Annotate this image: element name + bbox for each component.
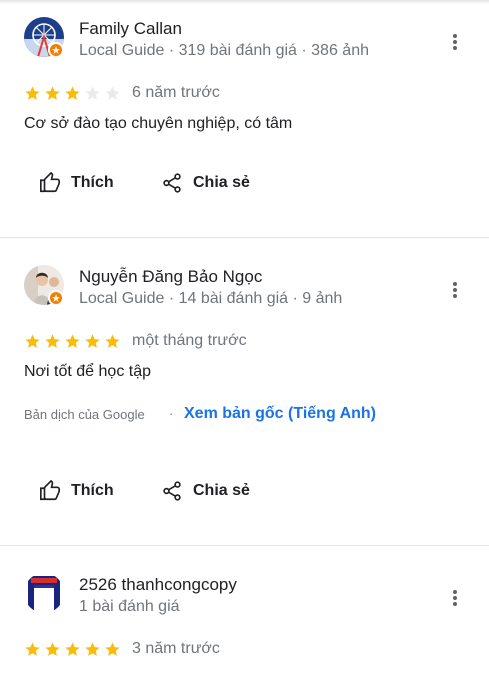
star-filled-icon (65, 86, 80, 100)
share-button[interactable]: Chia sẻ (161, 480, 250, 502)
reviewer-avatar[interactable] (24, 573, 64, 613)
review-card: 2526 thanhcongcopy 1 bài đánh giá 3 năm … (0, 556, 489, 699)
star-filled-icon (65, 334, 80, 348)
local-guide-badge-icon (48, 290, 64, 306)
star-rating (24, 641, 121, 658)
review-time: một tháng trước (132, 332, 247, 349)
review-text: Nơi tốt để học tập (24, 363, 152, 380)
local-guide-badge-icon (48, 42, 64, 58)
reviewer-meta: Local Guide · 14 bài đánh giá · 9 ảnh (79, 290, 343, 307)
share-label: Chia sẻ (193, 482, 250, 499)
reviewer-name[interactable]: Nguyễn Đăng Bảo Ngọc (79, 267, 262, 287)
share-button[interactable]: Chia sẻ (161, 172, 250, 194)
star-filled-icon (85, 334, 100, 348)
more-options-icon[interactable] (446, 587, 464, 609)
share-icon (163, 481, 181, 501)
star-filled-icon (105, 334, 120, 348)
review-card: Family Callan Local Guide · 319 bài đánh… (0, 0, 489, 237)
star-filled-icon (45, 86, 60, 100)
translation-separator: · (169, 406, 174, 421)
thumbs-up-icon (40, 480, 60, 501)
star-filled-icon (45, 334, 60, 348)
translation-source: Bản dịch của Google (24, 407, 145, 422)
thumbs-up-icon (40, 172, 60, 193)
review-time: 3 năm trước (132, 640, 220, 657)
star-rating (24, 333, 121, 350)
star-filled-icon (25, 86, 40, 100)
reviewer-avatar[interactable] (24, 17, 64, 58)
review-text: Cơ sở đào tạo chuyên nghiệp, có tâm (24, 115, 293, 132)
star-empty-icon (105, 86, 120, 100)
reviewer-meta: Local Guide · 319 bài đánh giá · 386 ảnh (79, 42, 369, 59)
star-filled-icon (45, 642, 60, 656)
more-options-icon[interactable] (446, 31, 464, 53)
reviewer-meta: 1 bài đánh giá (79, 598, 180, 615)
review-card: Nguyễn Đăng Bảo Ngọc Local Guide · 14 bà… (0, 248, 489, 545)
review-time: 6 năm trước (132, 84, 220, 101)
like-button[interactable]: Thích (39, 480, 114, 502)
star-filled-icon (25, 334, 40, 348)
reviewer-name[interactable]: Family Callan (79, 19, 182, 39)
reviewer-avatar[interactable] (24, 265, 64, 306)
share-label: Chia sẻ (193, 174, 250, 191)
like-label: Thích (71, 482, 114, 499)
reviewer-name[interactable]: 2526 thanhcongcopy (79, 575, 237, 595)
star-rating (24, 85, 121, 102)
star-filled-icon (105, 642, 120, 656)
divider (0, 545, 489, 546)
star-filled-icon (25, 642, 40, 656)
see-original-link[interactable]: Xem bản gốc (Tiếng Anh) (184, 405, 376, 423)
shop-sign-avatar-icon (24, 573, 64, 613)
more-options-icon[interactable] (446, 279, 464, 301)
star-filled-icon (85, 642, 100, 656)
like-button[interactable]: Thích (39, 172, 114, 194)
like-label: Thích (71, 174, 114, 191)
star-filled-icon (65, 642, 80, 656)
divider (0, 237, 489, 238)
star-empty-icon (85, 86, 100, 100)
share-icon (163, 173, 181, 193)
